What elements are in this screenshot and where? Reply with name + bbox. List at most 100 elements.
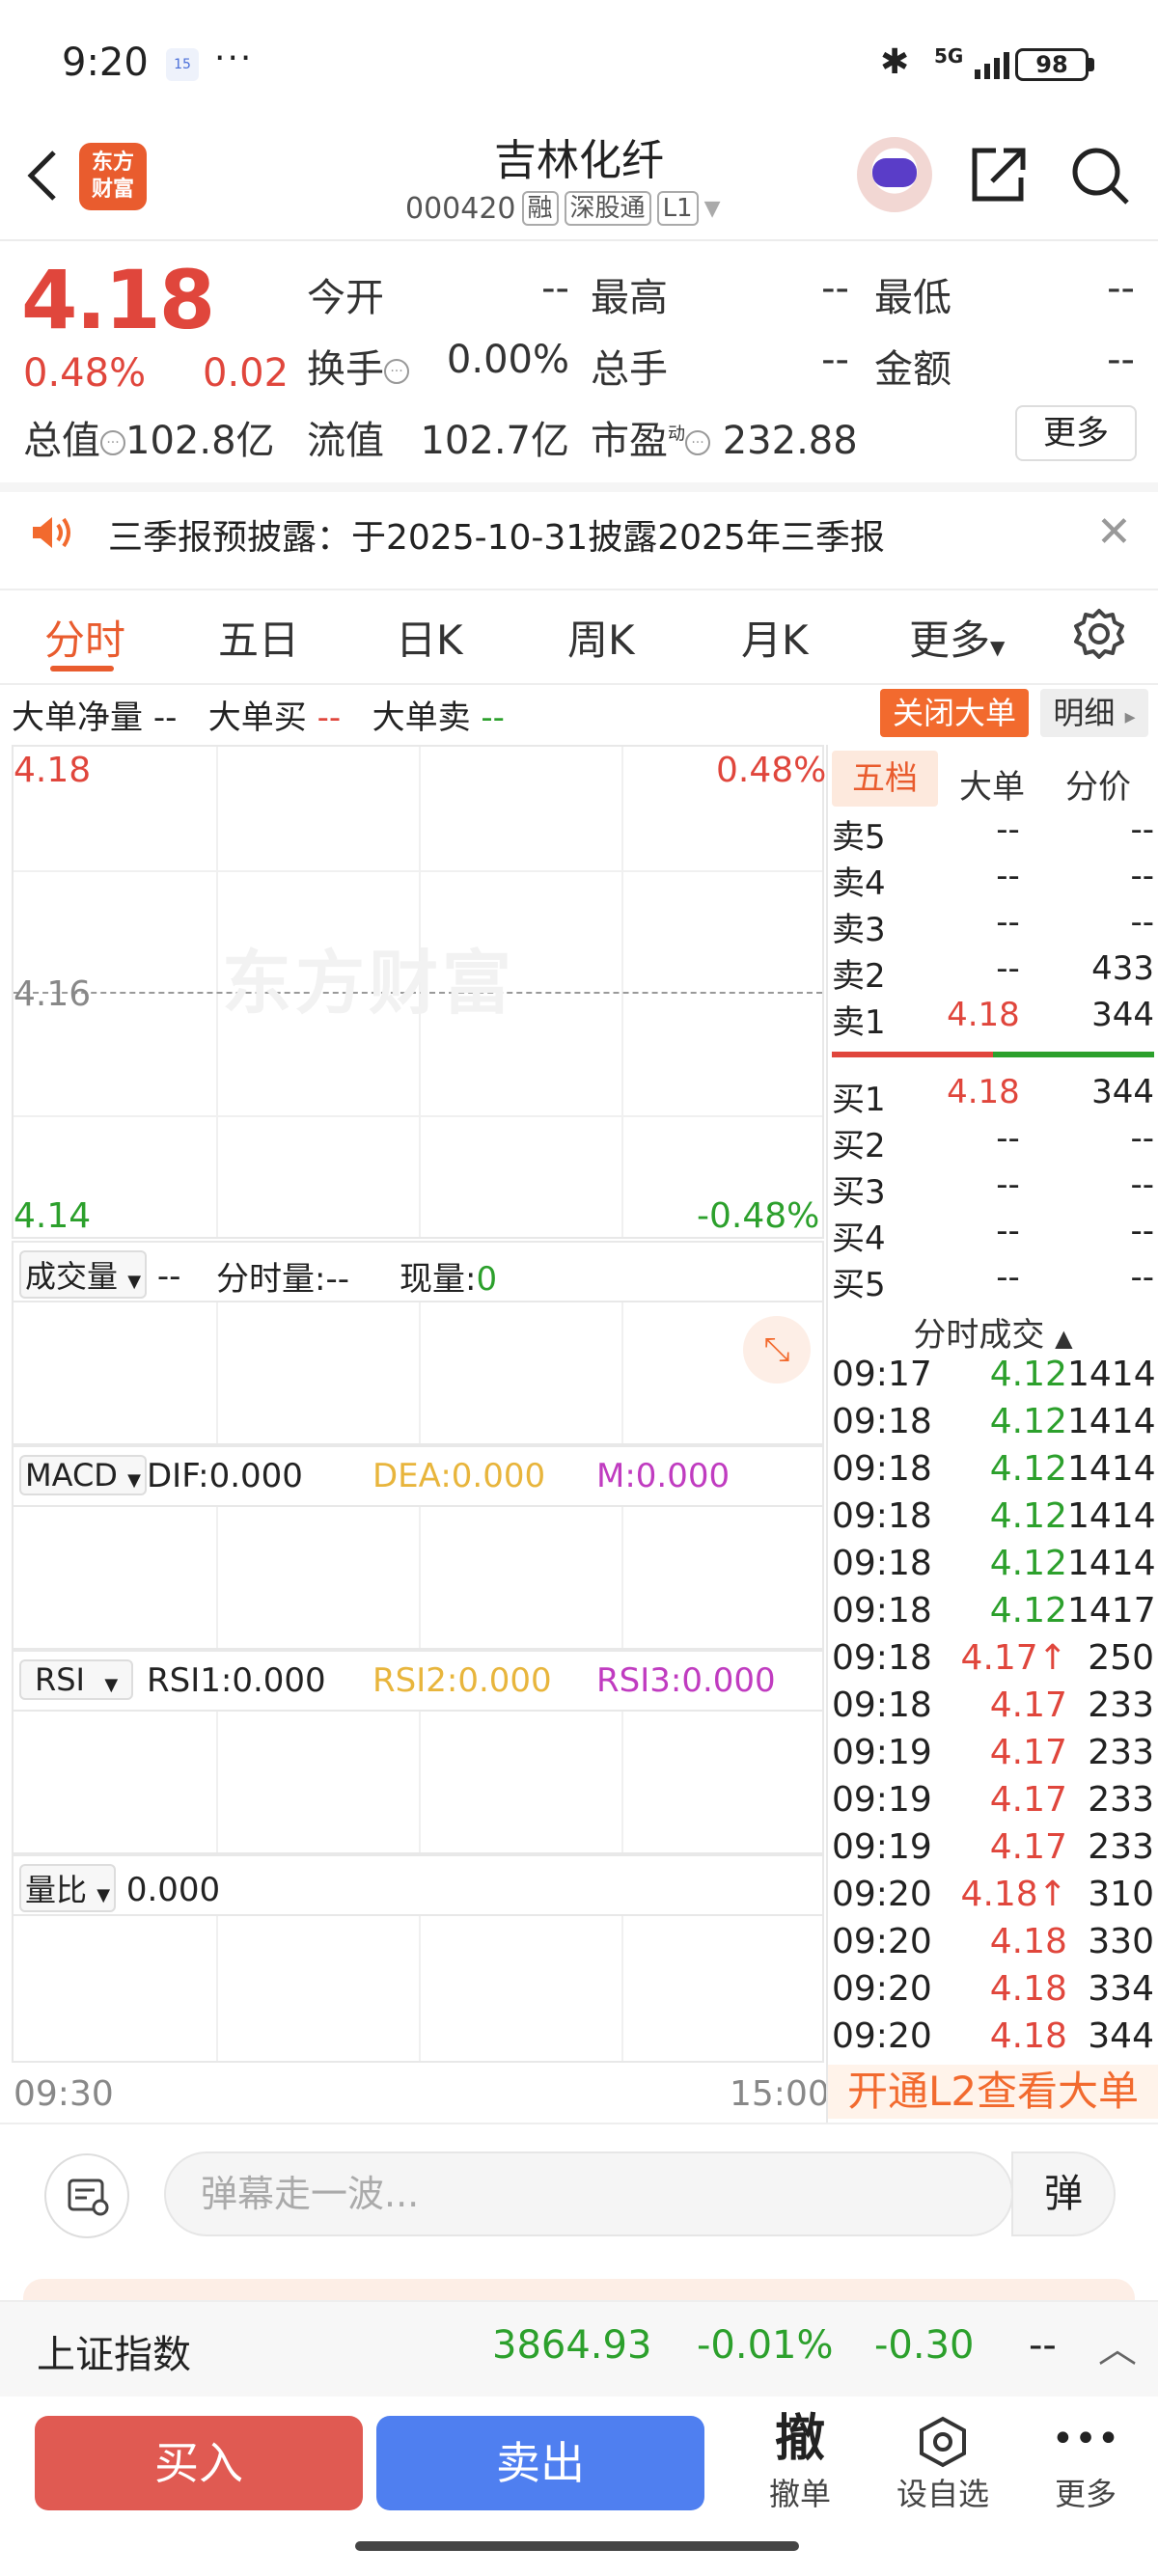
tab-five-levels[interactable]: 五档 (832, 751, 938, 807)
tick-volume: 344 (1088, 2016, 1154, 2056)
tick-time: 09:19 (832, 1733, 932, 1772)
tab-price-dist[interactable]: 分价 (1065, 760, 1131, 808)
speaker-icon (33, 517, 70, 548)
close-icon[interactable]: ✕ (1096, 507, 1132, 557)
bid-row[interactable]: 买1 4.18 344 (832, 1073, 1154, 1119)
grid-line (14, 870, 822, 872)
volume-value: -- (821, 338, 849, 382)
macd-select[interactable]: MACD ▼ (19, 1455, 147, 1495)
grid-line (419, 1916, 421, 2061)
tick-price: 4.12 (989, 1496, 1067, 1536)
tick-row: 09:18 4.17 233 (832, 1685, 1154, 1734)
bid-vol: 344 (1091, 1073, 1154, 1111)
chevron-up-icon[interactable]: ︿ (1098, 2317, 1137, 2373)
tick-price: 4.18 (989, 2016, 1067, 2056)
volume-ratio-chart[interactable] (12, 1914, 824, 2063)
ask-row[interactable]: 卖2 -- 433 (832, 949, 1154, 996)
ask-row[interactable]: 卖4 -- -- (832, 857, 1154, 903)
volume-select[interactable]: 成交量 ▼ -- (19, 1250, 180, 1299)
bid-row[interactable]: 买2 -- -- (832, 1119, 1154, 1165)
turnover-value: 0.00% (446, 338, 569, 382)
bid-row[interactable]: 买5 -- -- (832, 1258, 1154, 1304)
pe-ratio[interactable]: 市盈动 ··· 232.88 (591, 409, 858, 465)
tab-five-day[interactable]: 五日 (218, 608, 299, 667)
danmaku-input[interactable]: 弹幕走一波... (164, 2151, 1013, 2236)
rsi-chart[interactable] (12, 1710, 824, 1854)
cancel-order-label: 撤单 (768, 2476, 831, 2512)
grid-line (621, 1712, 623, 1852)
rsi-select[interactable]: RSI ▼ (19, 1659, 134, 1700)
tab-daily-k[interactable]: 日K (396, 608, 463, 667)
ticks-header[interactable]: 分时成交 ▲ (832, 1308, 1154, 1356)
cancel-order-button[interactable]: 撤 撤单 (747, 2408, 853, 2514)
info-icon: ··· (685, 430, 710, 455)
ask-row[interactable]: 卖1 4.18 344 (832, 996, 1154, 1042)
volume-ratio-select[interactable]: 量比 ▼ 0.000 (19, 1864, 220, 1912)
tick-volume: 1414 (1067, 1402, 1156, 1441)
detail-button[interactable]: 明细 ▸ (1040, 689, 1148, 737)
tab-weekly-k[interactable]: 周K (567, 608, 635, 667)
low-label: 最低 (874, 276, 951, 320)
tab-intraday[interactable]: 分时 (44, 608, 125, 667)
danmaku-toggle-button[interactable]: 弹 (1011, 2151, 1116, 2236)
index-value: 3864.93 (492, 2323, 652, 2368)
float-cap-label: 流值 (307, 419, 384, 463)
volume-chart[interactable]: ⤡ (12, 1301, 824, 1445)
rsi2-value: RSI2:0.000 (372, 1661, 552, 1700)
add-watchlist-label: 设自选 (896, 2476, 989, 2512)
ask-price: 4.18 (947, 996, 1020, 1034)
ask-vol: -- (1130, 903, 1154, 942)
l2-upgrade-banner[interactable]: 开通L2查看大单 (828, 2065, 1158, 2119)
tick-price: 4.18 (989, 1969, 1067, 2009)
rsi1-value: RSI1:0.000 (147, 1661, 326, 1700)
time-start-label: 09:30 (14, 2074, 114, 2114)
share-icon[interactable] (969, 145, 1027, 205)
bid-price: -- (996, 1212, 1020, 1250)
expand-icon[interactable]: ⤡ (743, 1316, 811, 1384)
tick-volume: 310 (1088, 1875, 1154, 1914)
stock-subtitle[interactable]: 000420 融 深股通 L1 ▼ (405, 191, 721, 226)
tick-time: 09:18 (832, 1638, 932, 1678)
add-watchlist-button[interactable]: 设自选 (890, 2408, 996, 2514)
search-icon[interactable] (1069, 145, 1131, 206)
more-quote-button[interactable]: 更多 (1015, 405, 1137, 461)
tab-more[interactable]: 更多▼ (909, 608, 1005, 667)
danmaku-settings-icon[interactable] (44, 2153, 129, 2238)
float-cap-value: 102.7亿 (420, 419, 569, 463)
tick-row: 09:18 4.17↑ 250 (832, 1638, 1154, 1686)
sell-button[interactable]: 卖出 (376, 2416, 704, 2510)
ask-row[interactable]: 卖3 -- -- (832, 903, 1154, 949)
tab-big-order[interactable]: 大单 (959, 760, 1025, 808)
tick-volume: 1414 (1067, 1449, 1156, 1489)
info-icon: ··· (384, 359, 409, 384)
tick-volume: 233 (1088, 1685, 1154, 1725)
tick-volume: 1417 (1067, 1591, 1156, 1631)
tick-row: 09:20 4.18↑ 310 (832, 1875, 1154, 1923)
y-mid-label: 4.16 (14, 974, 92, 1014)
more-dots-icon: ••• (1051, 2417, 1120, 2461)
bid-row[interactable]: 买3 -- -- (832, 1165, 1154, 1212)
turnover-label[interactable]: 换手 ··· (307, 338, 409, 394)
cancel-order-icon: 撤 (774, 2410, 825, 2468)
bid-row[interactable]: 买4 -- -- (832, 1212, 1154, 1258)
tick-row: 09:18 4.12 1414 (832, 1449, 1156, 1497)
current-volume: 现量:0 (400, 1260, 498, 1299)
ask-row[interactable]: 卖5 -- -- (832, 810, 1154, 857)
more-actions-button[interactable]: ••• 更多 (1033, 2408, 1139, 2514)
grid-line (216, 1302, 218, 1443)
tag-connect: 深股通 (564, 191, 651, 226)
ask-label: 卖4 (832, 864, 886, 903)
tab-monthly-k[interactable]: 月K (741, 608, 809, 667)
buy-button[interactable]: 买入 (35, 2416, 363, 2510)
notice-text[interactable]: 三季报预披露：于2025-10-31披露2025年三季报 (108, 509, 885, 560)
close-big-order-button[interactable]: 关闭大单 (880, 689, 1029, 737)
grid-line (419, 1302, 421, 1443)
tick-volume: 1414 (1067, 1496, 1156, 1536)
tick-volume: 233 (1088, 1733, 1154, 1772)
market-cap[interactable]: 总值 ··· 102.8亿 (23, 409, 275, 465)
tick-price: 4.12 (989, 1449, 1067, 1489)
macd-chart[interactable] (12, 1505, 824, 1650)
change-percent: 0.48% (23, 351, 147, 396)
grid-line (216, 1507, 218, 1648)
gear-icon[interactable] (1073, 608, 1125, 660)
